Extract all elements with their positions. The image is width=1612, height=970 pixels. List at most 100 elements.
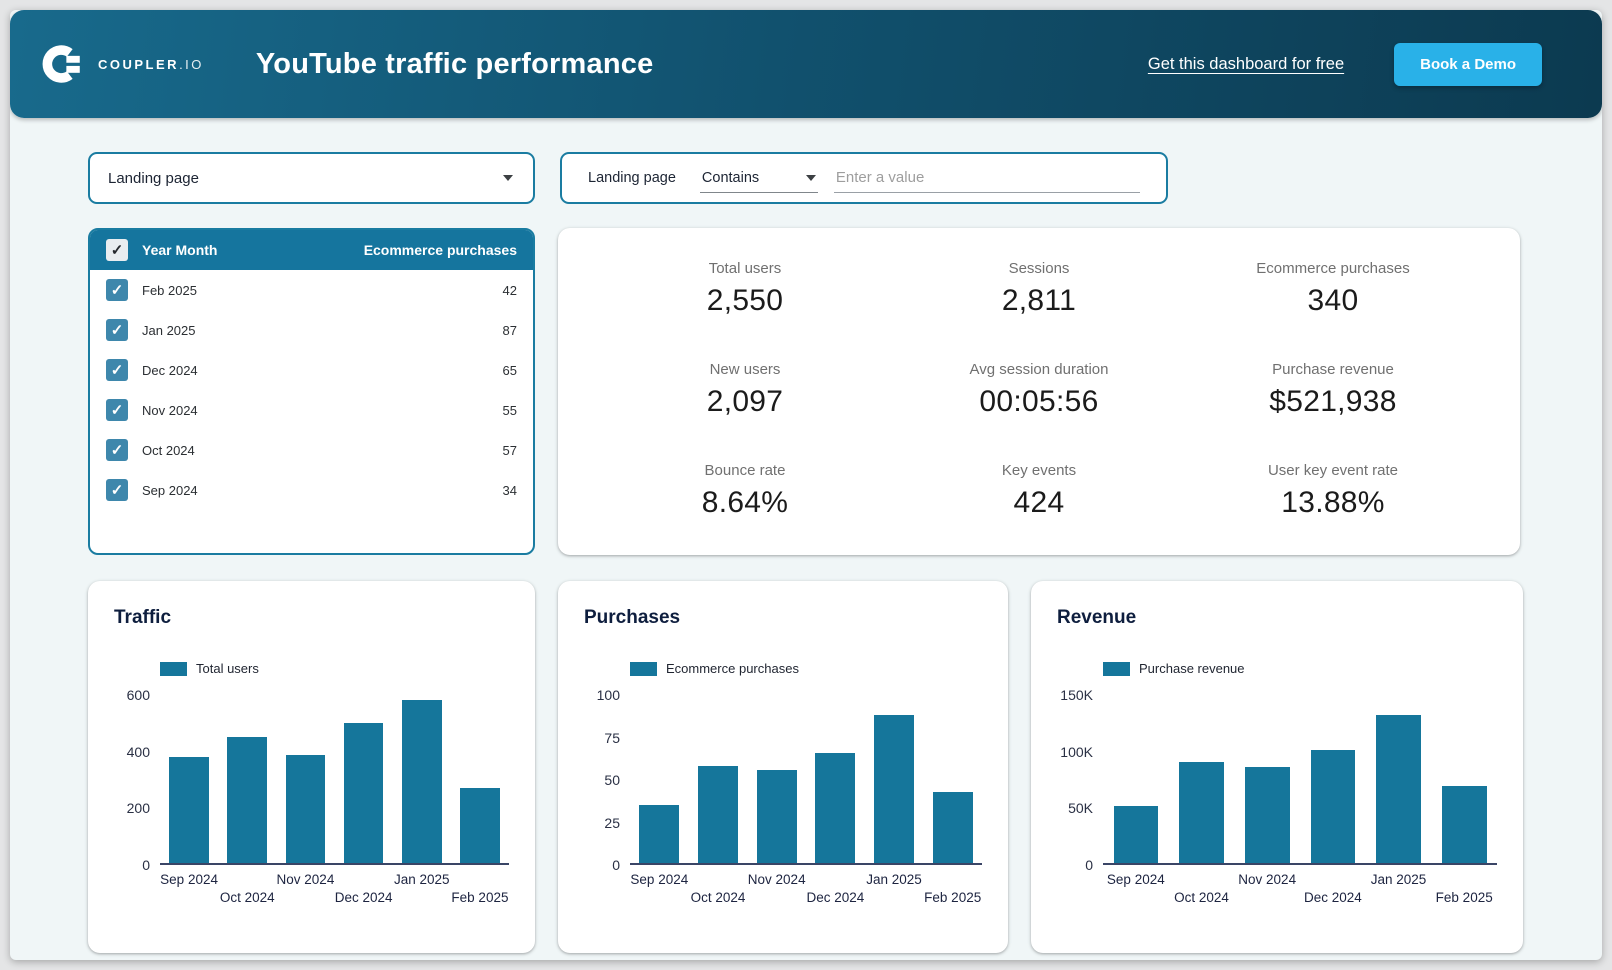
x-axis-label: Jan 2025 [1366, 872, 1432, 916]
bar[interactable] [402, 700, 442, 863]
kpi-label: Sessions [892, 260, 1186, 277]
legend-swatch [1103, 662, 1130, 676]
kpi-card-item: User key event rate13.88% [1186, 454, 1480, 555]
y-axis-tick: 100 [597, 687, 620, 703]
table-row[interactable]: ✓ Nov 2024 55 [90, 390, 533, 430]
chevron-down-icon [806, 175, 816, 181]
x-axis-label: Jan 2025 [865, 872, 924, 916]
bar[interactable] [815, 753, 855, 864]
filters-row: Landing page Landing page Contains [88, 152, 1602, 204]
bar[interactable] [169, 757, 209, 863]
bar[interactable] [698, 766, 738, 863]
y-axis: 050K100K150K [1057, 695, 1103, 865]
x-axis-label: Jan 2025 [393, 872, 451, 916]
bar[interactable] [344, 723, 384, 863]
bar[interactable] [227, 737, 267, 863]
row-purchases-value: 57 [503, 443, 517, 458]
kpi-card-item: Avg session duration 00:05:56 [892, 353, 1186, 454]
legend-label: Total users [196, 661, 259, 676]
table-body: ✓Feb 202542✓Jan 202587✓Dec 202465✓Nov 20… [90, 270, 533, 510]
chart-title: Purchases [584, 607, 982, 629]
book-demo-button[interactable]: Book a Demo [1394, 43, 1542, 86]
y-axis-tick: 0 [142, 857, 150, 873]
kpi-card-item: Ecommerce purchases 340 [1186, 252, 1480, 353]
plot-area [1103, 695, 1497, 865]
brand-name: COUPLER.IO [98, 57, 204, 72]
kpi-label: New users [598, 361, 892, 378]
x-axis-label: Nov 2024 [276, 872, 334, 916]
bar-slot [1234, 695, 1300, 863]
chart-legend: Purchase revenue [1103, 661, 1497, 676]
x-axis-labels: Sep 2024Oct 2024Nov 2024Dec 2024Jan 2025… [160, 872, 509, 916]
y-axis-tick: 100K [1060, 744, 1093, 760]
bar[interactable] [874, 715, 914, 863]
landing-page-select[interactable]: Landing page [88, 152, 535, 204]
bar-slot [335, 695, 393, 863]
kpi-label: Ecommerce purchases [1186, 260, 1480, 277]
checkbox-checked[interactable]: ✓ [106, 359, 128, 381]
legend-swatch [160, 662, 187, 676]
table-row[interactable]: ✓Sep 202434 [90, 470, 533, 510]
x-axis-label: Dec 2024 [1300, 890, 1366, 934]
table-row[interactable]: ✓Jan 202587 [90, 310, 533, 350]
kpi-value: 8.64% [598, 486, 892, 520]
table-row[interactable]: ✓Oct 202457 [90, 430, 533, 470]
bar[interactable] [1376, 715, 1421, 863]
kpi-label: Avg session duration [892, 361, 1186, 378]
bar[interactable] [1114, 806, 1159, 863]
kpi-value: 424 [892, 486, 1186, 520]
bar[interactable] [1311, 750, 1356, 863]
row-month-label: Nov 2024 [142, 403, 198, 418]
select-all-checkbox[interactable]: ✓ [106, 239, 128, 261]
table-row[interactable]: ✓Dec 202465 [90, 350, 533, 390]
x-axis-label: Oct 2024 [689, 890, 748, 934]
page-title: YouTube traffic performance [256, 48, 654, 81]
column-header-year-month: Year Month [142, 242, 217, 258]
revenue-chart-card: Revenue Purchase revenue 050K100K150K Se… [1031, 581, 1523, 953]
kpi-card-item: Total users2,550 [598, 252, 892, 353]
operator-select[interactable]: Contains [700, 164, 818, 193]
table-header-row: ✓ Year Month Ecommerce purchases [90, 230, 533, 270]
kpi-value: 00:05:56 [892, 385, 1186, 419]
checkbox-checked[interactable]: ✓ [106, 399, 128, 421]
bar[interactable] [1245, 767, 1290, 863]
x-axis-labels: Sep 2024Oct 2024Nov 2024Dec 2024Jan 2025… [630, 872, 982, 916]
bar[interactable] [1442, 786, 1487, 863]
kpi-value: 13.88% [1186, 486, 1480, 520]
y-axis-tick: 600 [127, 687, 150, 703]
traffic-chart-card: Traffic Total users 0200400600 Sep 2024O… [88, 581, 535, 953]
x-axis-label: Dec 2024 [335, 890, 393, 934]
x-axis-labels: Sep 2024Oct 2024Nov 2024Dec 2024Jan 2025… [1103, 872, 1497, 916]
dashboard-page: COUPLER.IO YouTube traffic performance G… [10, 10, 1602, 960]
bar[interactable] [286, 755, 326, 863]
checkbox-checked[interactable]: ✓ [106, 479, 128, 501]
table-row[interactable]: ✓Feb 202542 [90, 270, 533, 310]
checkbox-checked[interactable]: ✓ [106, 319, 128, 341]
bar[interactable] [1179, 762, 1224, 863]
bar[interactable] [639, 805, 679, 863]
brand: COUPLER.IO [40, 41, 204, 87]
row-purchases-value: 55 [503, 403, 517, 418]
get-dashboard-link[interactable]: Get this dashboard for free [1148, 55, 1344, 74]
x-axis-label: Sep 2024 [630, 872, 689, 916]
bar-slot [276, 695, 334, 863]
kpi-card-item: Sessions2,811 [892, 252, 1186, 353]
kpi-card-item: New users2,097 [598, 353, 892, 454]
kpi-card-item: Key events 424 [892, 454, 1186, 555]
chart-legend: Ecommerce purchases [630, 661, 982, 676]
charts-row: Traffic Total users 0200400600 Sep 2024O… [88, 581, 1602, 953]
plot-area [630, 695, 982, 865]
kpi-label: Total users [598, 260, 892, 277]
checkbox-checked[interactable]: ✓ [106, 279, 128, 301]
bar[interactable] [460, 788, 500, 863]
bar[interactable] [933, 792, 973, 863]
bar[interactable] [757, 770, 797, 864]
checkbox-checked[interactable]: ✓ [106, 439, 128, 461]
y-axis-tick: 75 [604, 730, 620, 746]
filter-value-input[interactable] [834, 163, 1140, 193]
kpi-label: Key events [892, 462, 1186, 479]
chart-legend: Total users [160, 661, 509, 676]
chart-title: Revenue [1057, 607, 1497, 629]
coupler-logo-icon [40, 41, 86, 87]
kpi-value: 340 [1186, 284, 1480, 318]
